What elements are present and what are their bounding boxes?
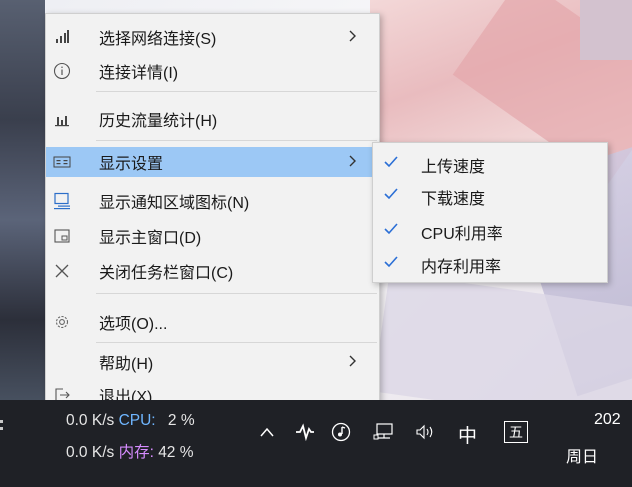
menu-separator [96,293,377,294]
submenu-item-cpu-usage[interactable]: CPU利用率 [373,214,607,244]
chevron-right-icon [349,355,356,367]
menu-item-label: 帮助(H) [99,356,154,373]
checkmark-icon [384,256,398,268]
context-menu: 选择网络连接(S) 连接详情(I) 历史流量统计(H) 显示设置 显示通知区域图… [45,13,380,418]
menu-item-show-notification-icon[interactable]: 显示通知区域图标(N) [46,186,379,216]
taskbar-edge-dot [0,420,3,423]
cpu-value: 2 % [167,412,195,429]
menu-item-history-stats[interactable]: 历史流量统计(H) [46,104,379,134]
menu-item-options[interactable]: 选项(O)... [46,307,379,337]
menu-item-show-main-window[interactable]: 显示主窗口(D) [46,221,379,251]
menu-item-label: 显示主窗口(D) [99,230,202,247]
menu-separator [96,342,377,343]
submenu-item-label: 上传速度 [421,159,486,176]
upload-speed: 0.0 K/s [66,412,115,429]
submenu-item-memory-usage[interactable]: 内存利用率 [373,247,607,277]
submenu-item-label: 下载速度 [421,191,486,208]
wallpaper-left-strip [0,0,45,400]
submenu-item-upload-speed[interactable]: 上传速度 [373,147,607,177]
download-speed: 0.0 K/s [66,444,115,461]
volume-icon[interactable] [414,422,438,442]
music-icon[interactable] [330,421,352,443]
submenu-item-label: 内存利用率 [421,259,502,276]
menu-item-select-network[interactable]: 选择网络连接(S) [46,22,379,52]
chevron-up-icon[interactable] [258,424,276,440]
ime-language[interactable]: 中 [458,421,477,448]
ime-mode[interactable]: 五 [504,421,528,443]
clock-day[interactable]: 周日 [566,443,598,467]
menu-item-connection-details[interactable]: 连接详情(I) [46,56,379,86]
memory-value: 42 % [158,444,194,461]
wallpaper-art [580,0,632,60]
notification-area-icon [50,189,74,213]
display-settings-submenu: 上传速度 下载速度 CPU利用率 内存利用率 [372,142,608,283]
cpu-label: CPU: [118,412,156,429]
gear-icon [50,310,74,334]
checkmark-icon [384,188,398,200]
menu-item-label: 关闭任务栏窗口(C) [99,265,234,282]
menu-item-label: 显示设置 [99,156,164,173]
taskbar-edge-dot [0,427,3,430]
download-speed-readout[interactable]: 0.0 K/s 内存: 42 % [66,440,194,462]
pulse-icon[interactable] [294,422,316,442]
upload-speed-readout[interactable]: 0.0 K/s CPU: 2 % [66,412,195,430]
signal-bars-icon [50,25,74,49]
menu-item-help[interactable]: 帮助(H) [46,347,379,377]
menu-item-label: 选择网络连接(S) [99,31,217,48]
menu-item-label: 连接详情(I) [99,65,179,82]
bar-chart-icon [50,107,74,131]
display-settings-icon [50,150,74,174]
info-icon [50,59,74,83]
checkmark-icon [384,223,398,235]
memory-label: 内存: [118,444,154,461]
checkmark-icon [384,156,398,168]
close-icon [50,259,74,283]
menu-item-display-settings[interactable]: 显示设置 [46,147,379,177]
chevron-right-icon [349,30,356,42]
menu-separator [96,140,377,141]
menu-item-label: 显示通知区域图标(N) [99,195,250,212]
network-icon[interactable] [372,421,396,443]
clock-year[interactable]: 202 [594,411,621,429]
main-window-icon [50,224,74,248]
submenu-item-label: CPU利用率 [421,226,503,243]
menu-item-label: 历史流量统计(H) [99,113,218,130]
chevron-right-icon [349,155,356,167]
menu-separator [96,91,377,92]
submenu-item-download-speed[interactable]: 下载速度 [373,179,607,209]
menu-item-label: 选项(O)... [99,316,168,333]
menu-item-close-taskbar-window[interactable]: 关闭任务栏窗口(C) [46,256,379,286]
